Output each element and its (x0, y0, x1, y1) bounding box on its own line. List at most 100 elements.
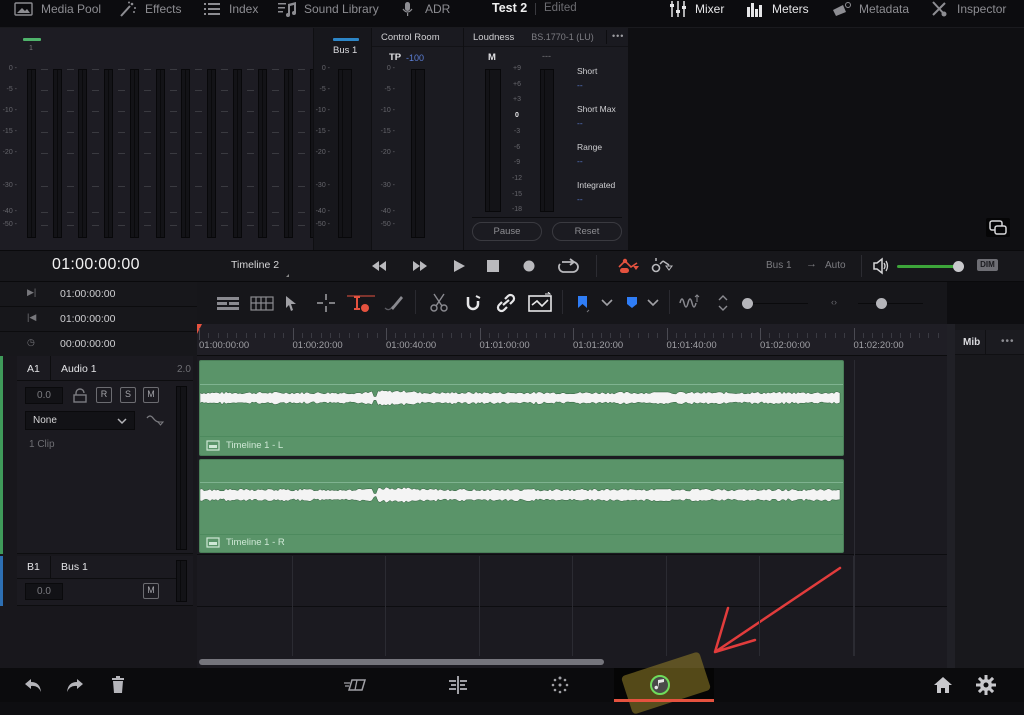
timeline-name-dropdown[interactable]: Timeline 2 (231, 259, 279, 271)
flag-dropdown-chevron-icon[interactable] (599, 292, 615, 314)
meter-gridline (272, 186, 280, 187)
solo-button[interactable]: S (120, 387, 136, 403)
redo-icon[interactable] (64, 674, 86, 696)
track-header-a1[interactable]: A1 Audio 1 2.0 0.0 R S M None 1 Clip (17, 356, 193, 554)
effect-dropdown[interactable]: None (25, 411, 135, 430)
duration-row[interactable]: ◷ 00:00:00:00 (0, 332, 197, 357)
horizontal-zoom-slider-knob[interactable] (876, 298, 887, 309)
trash-icon[interactable] (107, 674, 129, 696)
meter-gridline (41, 153, 48, 154)
audio-clip-right[interactable]: Timeline 1 - R (199, 459, 844, 553)
record-arm-button[interactable]: R (96, 387, 112, 403)
loop-button[interactable] (556, 257, 580, 275)
automation-curve-icon[interactable] (146, 414, 164, 426)
rewind-button[interactable] (370, 257, 388, 275)
route-target-dropdown[interactable]: Auto (825, 260, 846, 271)
stop-button[interactable] (484, 257, 502, 275)
timeline-gridline (385, 556, 386, 656)
edit-selection-tool-icon[interactable] (347, 292, 375, 314)
edit-page-icon[interactable] (447, 674, 469, 696)
automation-button[interactable] (617, 257, 641, 275)
ruler-minor-tick (470, 333, 472, 338)
meter-gridline (272, 132, 280, 133)
project-status: Edited (544, 2, 577, 14)
in-point-icon: ▶| (27, 287, 37, 297)
index-button[interactable]: Index (202, 0, 258, 18)
scrollbar-thumb[interactable] (199, 659, 604, 665)
bus-volume-field[interactable]: 0.0 (25, 583, 63, 600)
meter-gridline (220, 132, 228, 133)
vertical-zoom-slider-knob[interactable] (742, 298, 753, 309)
meter-gridline (298, 111, 305, 112)
range-tool-icon[interactable] (314, 292, 338, 314)
picture-in-picture-button[interactable] (986, 218, 1010, 237)
play-button[interactable] (450, 257, 468, 275)
in-point-value: 01:00:00:00 (60, 288, 116, 300)
loudness-standard[interactable]: BS.1770-1 (LU) (531, 32, 594, 42)
adr-button[interactable]: ADR (398, 0, 450, 18)
ruler-minor-tick (498, 333, 500, 338)
grid-view-icon[interactable] (250, 292, 274, 314)
bus-mute-button[interactable]: M (143, 583, 159, 599)
snapping-magnet-icon[interactable] (461, 292, 485, 314)
mixer-button[interactable]: Mixer (668, 0, 724, 18)
track-name[interactable]: Audio 1 (61, 363, 97, 375)
horizontal-zoom-slider-track[interactable] (858, 303, 923, 304)
ruler-minor-tick (629, 333, 631, 338)
mute-button[interactable]: M (143, 387, 159, 403)
auto-track-select-icon[interactable] (528, 292, 552, 314)
meter-gridline (66, 90, 74, 91)
selection-tool-icon[interactable] (283, 292, 299, 314)
cut-page-icon[interactable] (343, 674, 369, 696)
sound-library-button[interactable]: Sound Library (277, 0, 379, 18)
in-point-row[interactable]: ▶| 01:00:00:00 (0, 282, 197, 307)
fairlight-page-icon[interactable] (649, 674, 671, 696)
link-icon[interactable] (494, 292, 518, 314)
track-volume-field[interactable]: 0.0 (25, 387, 63, 404)
channel-label: 1 (29, 45, 33, 52)
ruler-minor-tick (872, 333, 874, 338)
pencil-tool-icon[interactable] (381, 292, 405, 314)
marker-icon[interactable] (624, 292, 640, 314)
track-a1-meter (176, 386, 187, 550)
meter-gridline (66, 186, 74, 187)
ruler-minor-tick (320, 333, 322, 338)
speaker-icon[interactable] (872, 257, 890, 275)
pause-button[interactable]: Pause (472, 222, 542, 241)
ruler-minor-tick (339, 333, 341, 338)
vertical-zoom-icon[interactable] (716, 292, 730, 314)
audio-clip-left[interactable]: Timeline 1 - L (199, 360, 844, 456)
meter-scale-tick: 0 - (321, 65, 330, 72)
meter-gridline (220, 186, 228, 187)
settings-gear-icon[interactable] (975, 674, 997, 696)
volume-slider-knob[interactable] (952, 261, 964, 272)
color-page-icon[interactable] (549, 674, 571, 696)
lock-icon[interactable] (72, 388, 88, 404)
undo-icon[interactable] (22, 674, 44, 696)
meters-button[interactable]: Meters (745, 0, 809, 18)
track-view-icon[interactable] (216, 292, 240, 314)
metadata-button[interactable]: Metadata (832, 0, 909, 18)
record-button[interactable] (520, 257, 538, 275)
out-point-row[interactable]: |◀ 01:00:00:00 (0, 307, 197, 332)
ruler-minor-tick (731, 333, 733, 338)
reset-button[interactable]: Reset (552, 222, 622, 241)
ruler-major-tick (760, 328, 761, 340)
dim-button[interactable]: DIM (977, 259, 998, 271)
inspector-button[interactable]: Inspector (930, 0, 1006, 18)
waveform-zoom-icon[interactable] (679, 292, 703, 314)
fast-forward-button[interactable] (411, 257, 429, 275)
marker-dropdown-chevron-icon[interactable] (645, 292, 661, 314)
track-header-b1[interactable]: B1 Bus 1 0.0 M (17, 556, 193, 606)
home-icon[interactable] (932, 674, 954, 696)
automation-settings-button[interactable] (649, 257, 673, 275)
side-panel-more-button[interactable]: ••• (1001, 336, 1015, 347)
effects-button[interactable]: Effects (118, 0, 181, 18)
media-pool-button[interactable]: Media Pool (14, 0, 101, 18)
razor-scissors-icon[interactable] (427, 292, 451, 314)
track-name[interactable]: Bus 1 (61, 561, 88, 573)
vertical-zoom-slider-track[interactable] (748, 303, 808, 304)
side-panel-tab[interactable]: Mib (963, 337, 980, 348)
flag-marker-icon[interactable] (575, 292, 591, 314)
loudness-more-button[interactable]: ••• (612, 31, 624, 41)
